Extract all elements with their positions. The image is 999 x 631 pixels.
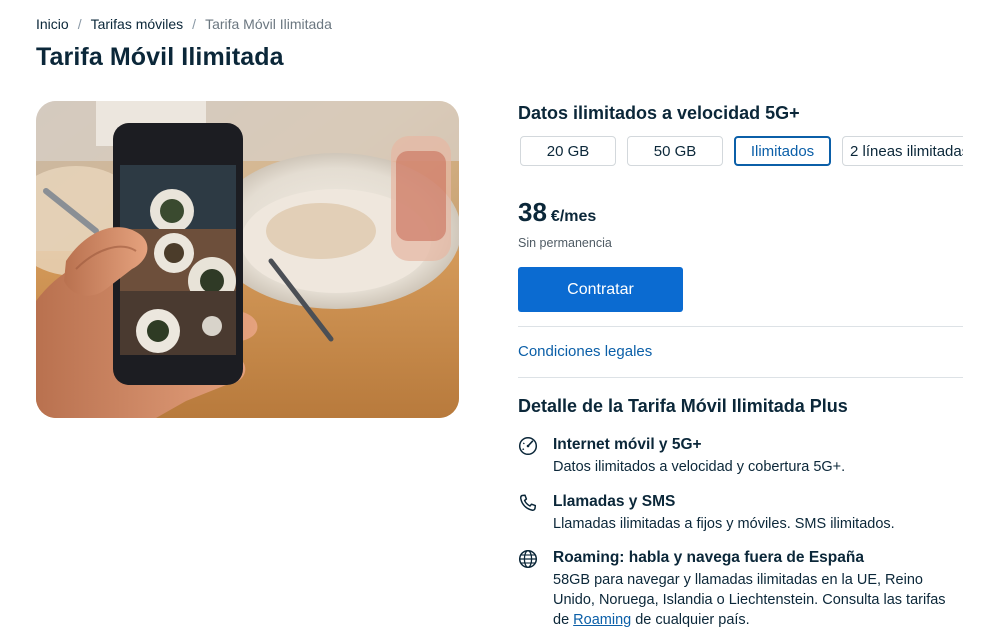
divider <box>518 377 963 378</box>
breadcrumb-separator: / <box>77 16 82 32</box>
smartphone-photo-image <box>36 101 459 418</box>
option-2-lineas-button[interactable]: 2 líneas ilimitadas <box>842 136 963 166</box>
plan-options: 20 GB 50 GB Ilimitados 2 líneas ilimitad… <box>518 136 963 166</box>
feature-description: Llamadas ilimitadas a fijos y móviles. S… <box>553 516 895 532</box>
details-title: Detalle de la Tarifa Móvil Ilimitada Plu… <box>518 396 848 416</box>
feature-title: Roaming: habla y navega fuera de España <box>553 549 864 566</box>
feature-description-text: de cualquier país. <box>631 612 750 628</box>
roaming-link[interactable]: Roaming <box>573 612 631 628</box>
plan-subtitle: Datos ilimitados a velocidad 5G+ <box>518 103 800 123</box>
contratar-button[interactable]: Contratar <box>518 267 683 312</box>
breadcrumb-home-link[interactable]: Inicio <box>36 16 69 32</box>
option-50gb-button[interactable]: 50 GB <box>627 136 723 166</box>
feature-description: 58GB para navegar y llamadas ilimitadas … <box>553 570 963 630</box>
breadcrumb: Inicio / Tarifas móviles / Tarifa Móvil … <box>36 16 332 32</box>
price: 38 €/mes <box>518 197 596 228</box>
price-unit: €/mes <box>550 208 597 225</box>
globe-icon <box>518 549 538 569</box>
feature-calls: Llamadas y SMS Llamadas ilimitadas a fij… <box>518 493 963 533</box>
divider <box>518 326 963 327</box>
speedometer-icon <box>518 436 538 456</box>
permanence-text: Sin permanencia <box>518 236 612 250</box>
feature-description: Datos ilimitados a velocidad y cobertura… <box>553 459 846 475</box>
hero-image <box>36 101 459 418</box>
breadcrumb-separator: / <box>192 16 197 32</box>
option-20gb-button[interactable]: 20 GB <box>520 136 616 166</box>
phone-icon <box>520 494 537 511</box>
feature-title: Llamadas y SMS <box>553 493 676 510</box>
option-ilimitados-button[interactable]: Ilimitados <box>734 136 831 166</box>
breadcrumb-current: Tarifa Móvil Ilimitada <box>205 16 332 32</box>
breadcrumb-parent-link[interactable]: Tarifas móviles <box>91 16 184 32</box>
price-amount: 38 <box>518 197 547 227</box>
feature-title: Internet móvil y 5G+ <box>553 436 702 453</box>
feature-internet: Internet móvil y 5G+ Datos ilimitados a … <box>518 436 963 476</box>
page-title: Tarifa Móvil Ilimitada <box>36 43 284 71</box>
feature-roaming: Roaming: habla y navega fuera de España … <box>518 549 963 631</box>
legal-conditions-link[interactable]: Condiciones legales <box>518 343 652 360</box>
